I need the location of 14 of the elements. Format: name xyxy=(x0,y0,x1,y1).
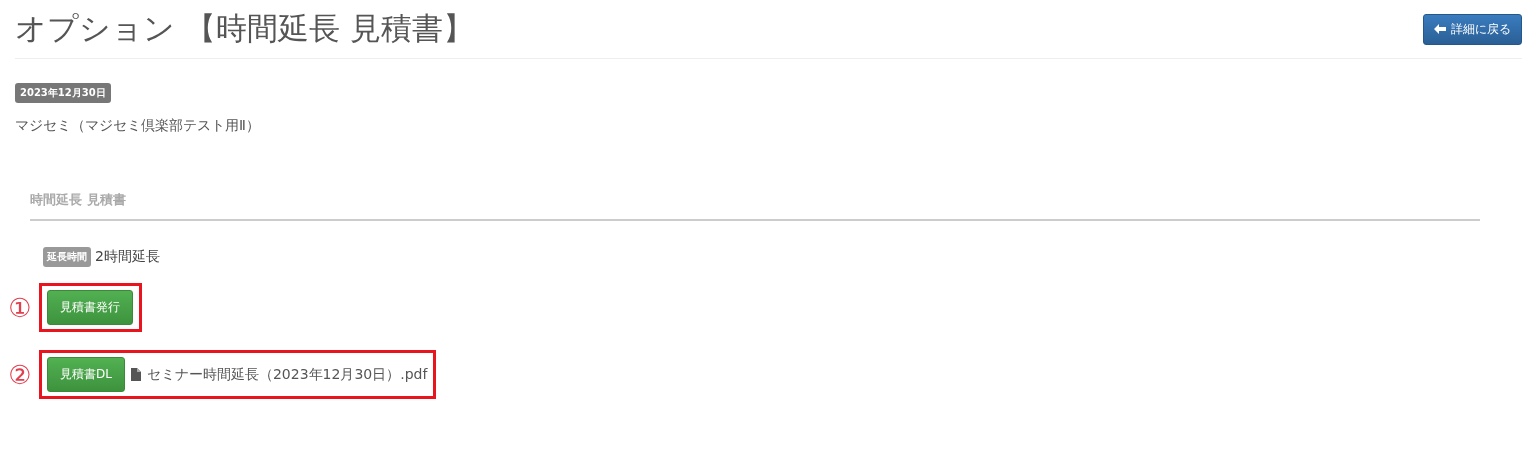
page-title: オプション 【時間延長 見積書】 xyxy=(15,9,474,48)
seminar-name: マジセミ（マジセミ倶楽部テスト用Ⅱ） xyxy=(15,117,261,135)
file-icon xyxy=(130,368,141,381)
download-quote-button[interactable]: 見積書DL xyxy=(47,357,125,392)
step-number: ① xyxy=(7,292,33,323)
back-button[interactable]: 詳細に戻る xyxy=(1423,13,1522,45)
issue-quote-button[interactable]: 見積書発行 xyxy=(47,290,133,325)
file-link[interactable]: セミナー時間延長（2023年12月30日）.pdf xyxy=(146,365,428,384)
section-heading: 時間延長 見積書 xyxy=(30,191,1480,221)
field-value: 2時間延長 xyxy=(95,248,160,266)
field-label: 延長時間 xyxy=(43,247,91,267)
step-number: ② xyxy=(7,359,33,390)
arrow-left-icon xyxy=(1434,24,1446,34)
date-badge: 2023年12月30日 xyxy=(15,83,111,103)
